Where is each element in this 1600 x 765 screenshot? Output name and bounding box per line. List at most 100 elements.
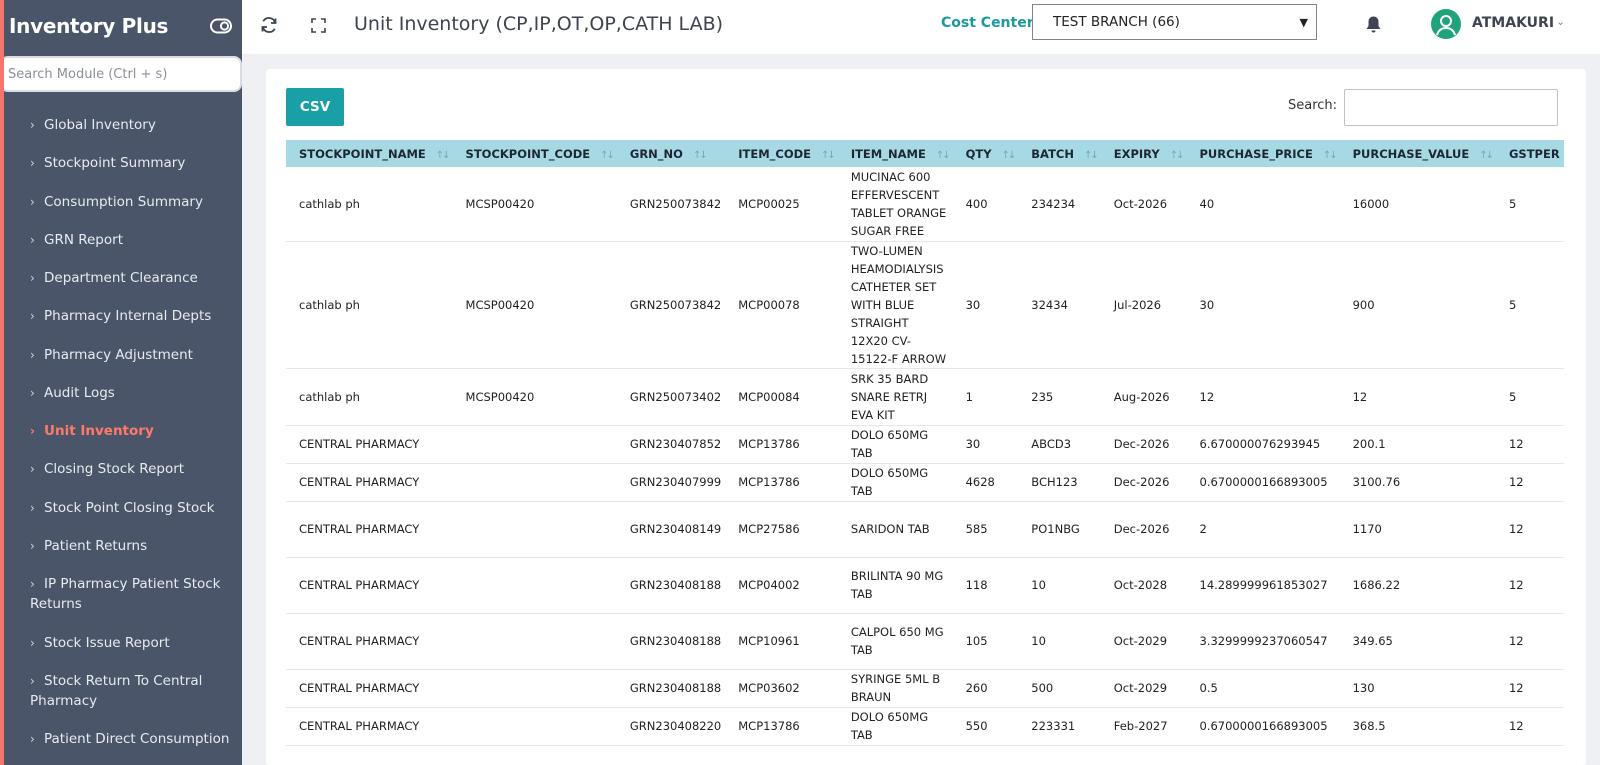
sidebar-item-label: Stock Return To Central Pharmacy: [30, 672, 203, 709]
column-header-stockpoint-code[interactable]: STOCKPOINT_CODE ↑↓: [453, 140, 617, 167]
sidebar-item-stock-return-to-central-pharmacy[interactable]: › Stock Return To Central Pharmacy: [4, 662, 242, 721]
cell-item-code: MCP13786: [725, 707, 838, 746]
cell-stockpoint-code: MCSP00420: [452, 368, 617, 426]
sidebar-item-unit-inventory[interactable]: › Unit Inventory: [4, 412, 242, 450]
cell-stockpoint-name: CENTRAL PHARMACY: [286, 501, 453, 558]
table-row[interactable]: cathlab ph MCSP00420 GRN250073402 MCP00084 S…: [286, 368, 1564, 426]
cost-center-value: TEST BRANCH (66): [1053, 14, 1180, 30]
sidebar-item-pharmacy-adjustment[interactable]: › Pharmacy Adjustment: [4, 336, 242, 374]
cell-expiry: Aug-2026: [1100, 368, 1187, 426]
cell-stockpoint-name: CENTRAL PHARMACY: [286, 669, 453, 708]
search-module-input[interactable]: [4, 56, 242, 92]
column-header-expiry[interactable]: EXPIRY ↑↓: [1101, 140, 1187, 167]
column-header-qty[interactable]: QTY ↑↓: [953, 140, 1019, 167]
column-header-item-code[interactable]: ITEM_CODE ↑↓: [725, 140, 838, 167]
cell-stockpoint-code: [452, 613, 617, 670]
column-header-purchase-price[interactable]: PURCHASE_PRICE ↑↓: [1187, 140, 1340, 167]
table-row[interactable]: cathlab ph MCSP00420 GRN250073842 MCP00078 T…: [286, 241, 1564, 369]
table-row[interactable]: CENTRAL PHARMACY GRN230407999 MCP13786 DOLO…: [286, 463, 1564, 502]
cell-stockpoint-code: MCSP00420: [452, 241, 617, 369]
sidebar-item-ip-pharmacy-patient-stock-returns[interactable]: › IP Pharmacy Patient Stock Returns: [4, 565, 242, 624]
cell-item-name: MUCINAC 600 EFFERVESCENT TABLET ORANGE S…: [837, 167, 953, 242]
cell-grn-no: GRN250073842: [616, 167, 726, 242]
cell-purchase-price: 0.6700000166893005: [1186, 707, 1340, 746]
column-header-gstper[interactable]: GSTPER: [1496, 140, 1564, 167]
cell-grn-no: GRN230408188: [616, 557, 726, 614]
user-name[interactable]: ATMAKURI: [1472, 15, 1554, 31]
cell-qty: 30: [952, 425, 1019, 464]
cell-grn-no: GRN230407999: [616, 463, 726, 502]
column-header-grn-no[interactable]: GRN_NO ↑↓: [617, 140, 725, 167]
cell-purchase-price: 6.670000076293945: [1186, 425, 1340, 464]
sidebar-item-stockpoint-summary[interactable]: › Stockpoint Summary: [4, 144, 242, 182]
cell-gstper: 12: [1495, 501, 1564, 558]
csv-export-button[interactable]: CSV: [286, 88, 344, 126]
cell-qty: 550: [952, 707, 1019, 746]
cell-stockpoint-code: MCSP00420: [452, 167, 617, 242]
chevron-right-icon: ›: [30, 347, 35, 362]
sidebar-item-label: Pharmacy Adjustment: [44, 346, 193, 363]
sidebar-item-stock-point-closing-stock[interactable]: › Stock Point Closing Stock: [4, 489, 242, 527]
cell-item-code: MCP00025: [725, 167, 838, 242]
cell-item-name: DOLO 650MG TAB: [837, 463, 953, 502]
avatar[interactable]: [1431, 9, 1461, 39]
sort-arrows-icon: ↑↓: [692, 149, 708, 161]
cell-gstper: 12: [1495, 707, 1564, 746]
sidebar-item-closing-stock-report[interactable]: › Closing Stock Report: [4, 450, 242, 488]
sidebar-item-label: Stock Issue Report: [44, 634, 170, 651]
sort-arrows-icon: ↑↓: [1001, 149, 1017, 161]
sidebar-item-global-inventory[interactable]: › Global Inventory: [4, 106, 242, 144]
sidebar-item-audit-logs[interactable]: › Audit Logs: [4, 374, 242, 412]
sidebar-item-label: Global Inventory: [44, 117, 156, 133]
cell-item-name: DOLO 650MG TAB: [837, 425, 953, 464]
sidebar-item-label: Patient Direct Consumption: [44, 731, 230, 748]
sidebar-item-patient-direct-consumption[interactable]: › Patient Direct Consumption: [4, 720, 242, 758]
sidebar-item-stock-issue-report[interactable]: › Stock Issue Report: [4, 624, 242, 662]
table-row[interactable]: CENTRAL PHARMACY GRN230408149 MCP27586 SARI…: [286, 501, 1564, 558]
column-header-stockpoint-name[interactable]: STOCKPOINT_NAME ↑↓: [286, 140, 453, 167]
fullscreen-icon[interactable]: [311, 18, 326, 33]
table-row[interactable]: CENTRAL PHARMACY GRN230408188 MCP03602 SYRI…: [286, 669, 1564, 708]
refresh-icon[interactable]: [260, 16, 278, 34]
column-header-label: STOCKPOINT_NAME: [299, 146, 426, 161]
table-row[interactable]: CENTRAL PHARMACY GRN230408188 MCP04002 BRIL…: [286, 557, 1564, 614]
search-label: Search:: [1288, 98, 1338, 113]
chevron-right-icon: ›: [30, 309, 35, 324]
sort-arrows-icon: ↑↓: [1169, 149, 1185, 161]
table-row[interactable]: CENTRAL PHARMACY GRN230408220 MCP13786 DOLO…: [286, 707, 1564, 746]
table-search-input[interactable]: [1344, 89, 1558, 126]
sidebar-item-pharmacy-internal-depts[interactable]: › Pharmacy Internal Depts: [4, 297, 242, 335]
notification-bell-icon[interactable]: [1365, 15, 1382, 34]
user-menu-chevron-icon[interactable]: ⌄: [1556, 15, 1565, 28]
sidebar-item-label: GRN Report: [44, 231, 123, 248]
table-row[interactable]: CENTRAL PHARMACY GRN230408188 MCP10961 CALP…: [286, 613, 1564, 670]
sidebar-item-patient-returns[interactable]: › Patient Returns: [4, 527, 242, 565]
sidebar-toggle-icon[interactable]: [210, 18, 232, 34]
cell-purchase-value: 16000: [1339, 167, 1496, 242]
cell-expiry: Oct-2029: [1100, 613, 1187, 670]
cell-gstper: 12: [1495, 463, 1564, 502]
cell-item-name: CALPOL 650 MG TAB: [837, 613, 953, 670]
sidebar-item-grn-report[interactable]: › GRN Report: [4, 221, 242, 259]
column-header-purchase-value[interactable]: PURCHASE_VALUE ↑↓: [1340, 140, 1496, 167]
cell-qty: 4628: [952, 463, 1019, 502]
column-header-batch[interactable]: BATCH ↑↓: [1018, 140, 1100, 167]
cell-stockpoint-name: CENTRAL PHARMACY: [286, 463, 453, 502]
cell-gstper: 12: [1495, 557, 1564, 614]
sidebar-item-label: Unit Inventory: [44, 423, 154, 439]
cell-item-name: BRILINTA 90 MG TAB: [837, 557, 953, 614]
cost-center-select[interactable]: TEST BRANCH (66) ▼: [1032, 4, 1317, 40]
cell-purchase-price: 12: [1186, 368, 1340, 426]
chevron-right-icon: ›: [30, 732, 35, 747]
column-header-item-name[interactable]: ITEM_NAME ↑↓: [838, 140, 953, 167]
sort-arrows-icon: ↑↓: [821, 149, 836, 161]
sidebar-item-consumption-summary[interactable]: › Consumption Summary: [4, 183, 242, 221]
column-header-label: QTY: [965, 146, 992, 161]
column-header-label: BATCH: [1031, 146, 1074, 161]
cell-purchase-value: 3100.76: [1339, 463, 1496, 502]
table-row[interactable]: CENTRAL PHARMACY GRN230407852 MCP13786 DOLO…: [286, 425, 1564, 464]
sidebar-item-department-clearance[interactable]: › Department Clearance: [4, 259, 242, 297]
table-row[interactable]: cathlab ph MCSP00420 GRN250073842 MCP00025 M…: [286, 167, 1564, 242]
cell-grn-no: GRN250073402: [616, 368, 726, 426]
cell-item-name: SYRINGE 5ML B BRAUN: [837, 669, 953, 708]
